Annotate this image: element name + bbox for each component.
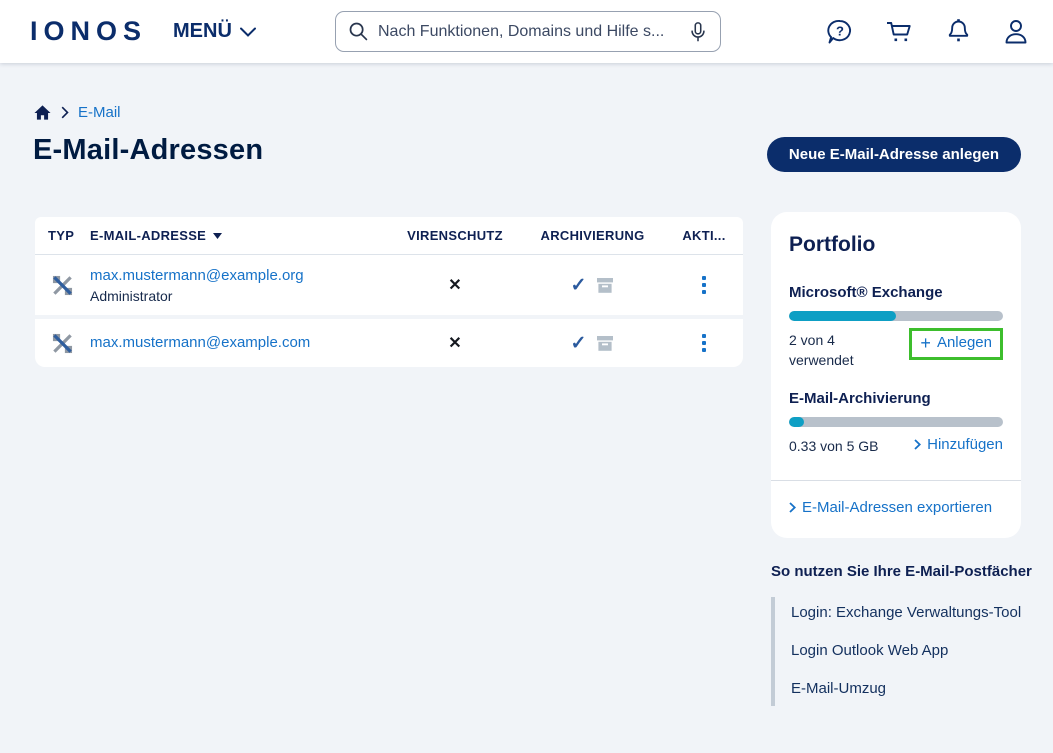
column-header-email[interactable]: E-MAIL-ADRESSE: [90, 228, 390, 243]
chevron-right-icon: [61, 106, 69, 119]
archiving-progress-fill: [789, 417, 804, 427]
portfolio-card: Portfolio Microsoft® Exchange 2 von 4 ve…: [771, 212, 1021, 538]
archiving-progress-bar: [789, 417, 1003, 427]
archive-box-icon[interactable]: [596, 277, 614, 294]
chevron-down-icon: [239, 27, 256, 37]
actions-cell: [665, 272, 743, 298]
breadcrumb: E-Mail: [33, 104, 121, 121]
email-address-table: TYP E-MAIL-ADRESSE VIRENSCHUTZ ARCHIVIER…: [35, 217, 743, 367]
sort-descending-icon: [213, 232, 223, 239]
hinzufuegen-link[interactable]: Hinzufügen: [914, 436, 1003, 453]
topbar-icon-group: ?: [825, 0, 1030, 63]
anlegen-link[interactable]: + Anlegen: [920, 332, 992, 353]
exchange-progress-bar: [789, 311, 1003, 321]
row-actions-menu-icon[interactable]: [694, 272, 714, 298]
export-addresses-label: E-Mail-Adressen exportieren: [802, 499, 993, 516]
global-search: [335, 11, 721, 52]
svg-text:?: ?: [836, 23, 844, 38]
exchange-usage-label: 2 von 4 verwendet: [789, 332, 854, 368]
actions-cell: [665, 330, 743, 356]
search-icon: [348, 21, 369, 42]
portfolio-title: Portfolio: [789, 233, 876, 256]
hinzufuegen-label: Hinzufügen: [927, 436, 1003, 453]
archivierung-cell: ✓: [520, 274, 665, 297]
exchange-icon: [35, 333, 90, 354]
microphone-icon[interactable]: [688, 21, 708, 43]
card-divider: [771, 480, 1021, 481]
outlook-web-app-link[interactable]: Login Outlook Web App: [791, 642, 1033, 659]
table-row: max.mustermann@example.org Administrator…: [35, 255, 743, 315]
chevron-right-icon: [789, 502, 796, 513]
email-role-label: Administrator: [90, 287, 173, 304]
exchange-icon: [35, 275, 90, 296]
search-input[interactable]: [378, 22, 679, 41]
archive-box-icon[interactable]: [596, 335, 614, 352]
plus-icon: +: [920, 332, 931, 353]
help-links-list: Login: Exchange Verwaltungs-Tool Login O…: [771, 597, 1033, 706]
account-icon[interactable]: [1002, 17, 1030, 47]
email-address-link[interactable]: max.mustermann@example.org: [90, 267, 304, 284]
ionos-logo[interactable]: IONOS: [30, 16, 147, 47]
breadcrumb-email-link[interactable]: E-Mail: [78, 104, 121, 121]
exchange-progress-fill: [789, 311, 896, 321]
help-chat-icon[interactable]: ?: [825, 17, 855, 47]
column-header-virenschutz: VIRENSCHUTZ: [407, 228, 503, 243]
table-header-row: TYP E-MAIL-ADRESSE VIRENSCHUTZ ARCHIVIER…: [35, 217, 743, 255]
anlegen-label: Anlegen: [936, 334, 992, 351]
virenschutz-cell: ✕: [390, 275, 520, 295]
bell-icon[interactable]: [944, 17, 973, 47]
page-title: E-Mail-Adressen: [33, 134, 264, 166]
column-header-aktionen: AKTI...: [682, 228, 726, 243]
archiving-on-icon: ✓: [570, 274, 587, 296]
archivierung-cell: ✓: [520, 332, 665, 355]
help-section-title: So nutzen Sie Ihre E-Mail-Postfächer: [771, 563, 1032, 580]
cart-icon[interactable]: [884, 17, 915, 47]
virenschutz-cell: ✕: [390, 333, 520, 353]
mailbox-help-section: So nutzen Sie Ihre E-Mail-Postfächer Log…: [771, 563, 1033, 706]
virus-protection-off-icon: ✕: [448, 335, 462, 352]
exchange-section-title: Microsoft® Exchange: [789, 284, 943, 301]
chevron-right-icon: [914, 439, 922, 450]
home-icon[interactable]: [33, 104, 52, 121]
archiving-on-icon: ✓: [570, 332, 587, 354]
column-header-email-label: E-MAIL-ADRESSE: [90, 228, 207, 243]
email-cell: max.mustermann@example.com: [90, 334, 390, 352]
exchange-admin-tool-link[interactable]: Login: Exchange Verwaltungs-Tool: [791, 604, 1033, 621]
new-email-address-button[interactable]: Neue E-Mail-Adresse anlegen: [766, 137, 1021, 172]
archiving-section-title: E-Mail-Archivierung: [789, 390, 931, 407]
export-addresses-link[interactable]: E-Mail-Adressen exportieren: [789, 499, 992, 516]
email-address-link[interactable]: max.mustermann@example.com: [90, 334, 310, 351]
row-actions-menu-icon[interactable]: [694, 330, 714, 356]
virus-protection-off-icon: ✕: [448, 277, 462, 294]
action-highlight-box: + Anlegen: [909, 328, 1003, 360]
email-cell: max.mustermann@example.org Administrator: [90, 267, 390, 304]
archiving-usage-label: 0.33 von 5 GB: [789, 438, 879, 454]
email-umzug-link[interactable]: E-Mail-Umzug: [791, 680, 1033, 697]
column-header-archivierung: ARCHIVIERUNG: [540, 228, 645, 243]
column-header-typ: TYP: [48, 228, 75, 243]
menu-label: MENÜ: [173, 20, 232, 42]
table-row: max.mustermann@example.com ✕ ✓: [35, 319, 743, 367]
menu-button[interactable]: MENÜ: [173, 20, 256, 43]
top-navigation-bar: IONOS MENÜ ?: [0, 0, 1053, 63]
